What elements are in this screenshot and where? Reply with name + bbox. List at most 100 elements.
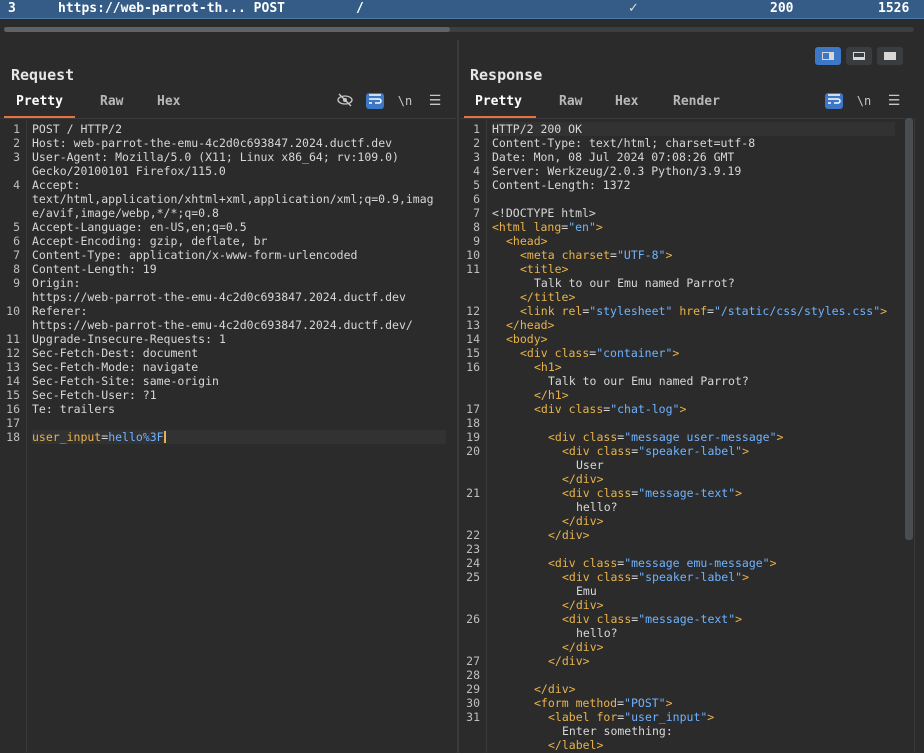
line-number: 7: [13, 248, 20, 262]
line-number: 18: [466, 416, 480, 430]
response-scrollbar-thumb[interactable]: [905, 118, 913, 540]
tab-render[interactable]: Render: [673, 92, 720, 116]
code-line: <!DOCTYPE html>: [492, 206, 596, 220]
line-number: 15: [466, 346, 480, 360]
view-toggle: [815, 47, 903, 65]
line-number: 21: [466, 486, 480, 500]
line-number: 9: [13, 276, 20, 290]
history-row[interactable]: 3 https://web-parrot-th... POST / ✓ 200 …: [0, 0, 924, 19]
line-number: 8: [473, 220, 480, 234]
header-value: web-parrot-the-emu-4c2d0c693847.2024.duc…: [66, 136, 393, 150]
history-url: https://web-parrot-th... POST: [58, 1, 285, 16]
eye-slash-icon[interactable]: [336, 93, 354, 109]
header-value: Mon, 08 Jul 2024 07:08:26 GMT: [526, 150, 735, 164]
line-number: 20: [466, 444, 480, 458]
code-line: </div>: [562, 472, 604, 486]
menu-icon[interactable]: ☰: [426, 93, 444, 109]
code-line: Content-Length: 1372: [492, 178, 631, 192]
header-name: Origin: [32, 276, 74, 290]
line-number: 12: [6, 346, 20, 360]
line-number: 16: [6, 402, 20, 416]
header-name: Accept: [32, 178, 74, 192]
line-number: 24: [466, 556, 480, 570]
code-line: POST / HTTP/2: [32, 122, 123, 136]
code-line: <label for="user_input">: [548, 710, 715, 724]
history-scrollbar[interactable]: [0, 19, 924, 33]
wrap-icon[interactable]: [825, 93, 843, 109]
code-line: Sec-Fetch-Mode: navigate: [32, 360, 199, 374]
code-line: <html lang="en">: [492, 220, 603, 234]
split-vertical-icon[interactable]: [846, 47, 872, 65]
code-line: User-Agent: Mozilla/5.0 (X11; Linux x86_…: [32, 150, 399, 164]
code-line: </div>: [548, 654, 590, 668]
code-line: </div>: [534, 682, 576, 696]
header-value: Werkzeug/2.0.3 Python/3.9.19: [540, 164, 742, 178]
code-line: <head>: [506, 234, 548, 248]
tab-pretty[interactable]: Pretty: [464, 92, 536, 118]
param-value: hello%3F: [108, 430, 164, 444]
code-line: Te: trailers: [32, 402, 116, 416]
code-line: <div class="chat-log">: [534, 402, 687, 416]
split-horizontal-icon[interactable]: [815, 47, 841, 65]
line-number: 6: [13, 234, 20, 248]
scrollbar-thumb[interactable]: [4, 27, 450, 32]
code-line: Talk to our Emu named Parrot?: [534, 276, 735, 290]
code-line: Date: Mon, 08 Jul 2024 07:08:26 GMT: [492, 150, 735, 164]
tab-hex[interactable]: Hex: [615, 92, 638, 116]
header-value: en-US,en;q=0.5: [142, 220, 247, 234]
line-number: 15: [6, 388, 20, 402]
header-value: 19: [135, 262, 157, 276]
tab-pretty[interactable]: Pretty: [4, 92, 75, 118]
request-title: Request: [11, 66, 75, 84]
line-number: 23: [466, 542, 480, 556]
code-line: Accept-Language: en-US,en;q=0.5: [32, 220, 247, 234]
param-name: user_input: [32, 430, 102, 444]
line-number: 27: [466, 654, 480, 668]
code-line: HTTP/2 200 OK: [492, 122, 895, 136]
code-line: <link rel="stylesheet" href="/static/css…: [520, 304, 888, 318]
line-number: 7: [473, 206, 480, 220]
menu-icon[interactable]: ☰: [885, 93, 903, 109]
line-number: 6: [473, 192, 480, 206]
line-number: 14: [6, 374, 20, 388]
tab-raw[interactable]: Raw: [100, 92, 123, 116]
line-number: 3: [473, 150, 480, 164]
header-value: Mozilla/5.0 (X11; Linux x86_64; rv:109.0…: [108, 150, 399, 164]
code-line: </div>: [562, 514, 604, 528]
wrap-icon[interactable]: [366, 93, 384, 109]
newline-icon[interactable]: \n: [855, 93, 873, 109]
single-pane-icon[interactable]: [877, 47, 903, 65]
code-line: <h1>: [534, 360, 562, 374]
header-value: text/html; charset=utf-8: [582, 136, 756, 150]
code-line: <div class="container">: [520, 346, 680, 360]
tab-raw[interactable]: Raw: [559, 92, 582, 116]
newline-icon[interactable]: \n: [396, 93, 414, 109]
line-number: 10: [466, 248, 480, 262]
line-number: 13: [6, 360, 20, 374]
code-line: </div>: [548, 528, 590, 542]
code-line: </div>: [562, 598, 604, 612]
header-value: trailers: [52, 402, 116, 416]
line-number: 13: [466, 318, 480, 332]
code-line: </h1>: [534, 388, 569, 402]
code-line: Emu: [576, 584, 597, 598]
response-tabs: Pretty Raw Hex Render: [460, 92, 914, 118]
line-number: 28: [466, 668, 480, 682]
code-line: </label>: [548, 738, 604, 752]
header-value: same-origin: [135, 374, 219, 388]
header-value: ?1: [135, 388, 157, 402]
request-editor[interactable]: 1 POST / HTTP/2 2 Host: web-parrot-the-emu-…: [0, 118, 456, 753]
line-number: 12: [466, 304, 480, 318]
code-line: </div>: [562, 640, 604, 654]
tab-hex[interactable]: Hex: [157, 92, 180, 116]
response-editor[interactable]: 1 HTTP/2 200 OK 2 Content-Type: text/html; …: [460, 118, 905, 753]
line-number: 30: [466, 696, 480, 710]
panel-divider[interactable]: [457, 40, 459, 753]
code-line: Sec-Fetch-Site: same-origin: [32, 374, 219, 388]
line-number: 4: [473, 164, 480, 178]
header-value: 1372: [595, 178, 631, 192]
line-number: 4: [13, 178, 20, 192]
code-line: <div class="speaker-label">: [562, 570, 749, 584]
request-tabs: Pretty Raw Hex: [0, 92, 456, 118]
code-line: Accept:: [32, 178, 81, 192]
